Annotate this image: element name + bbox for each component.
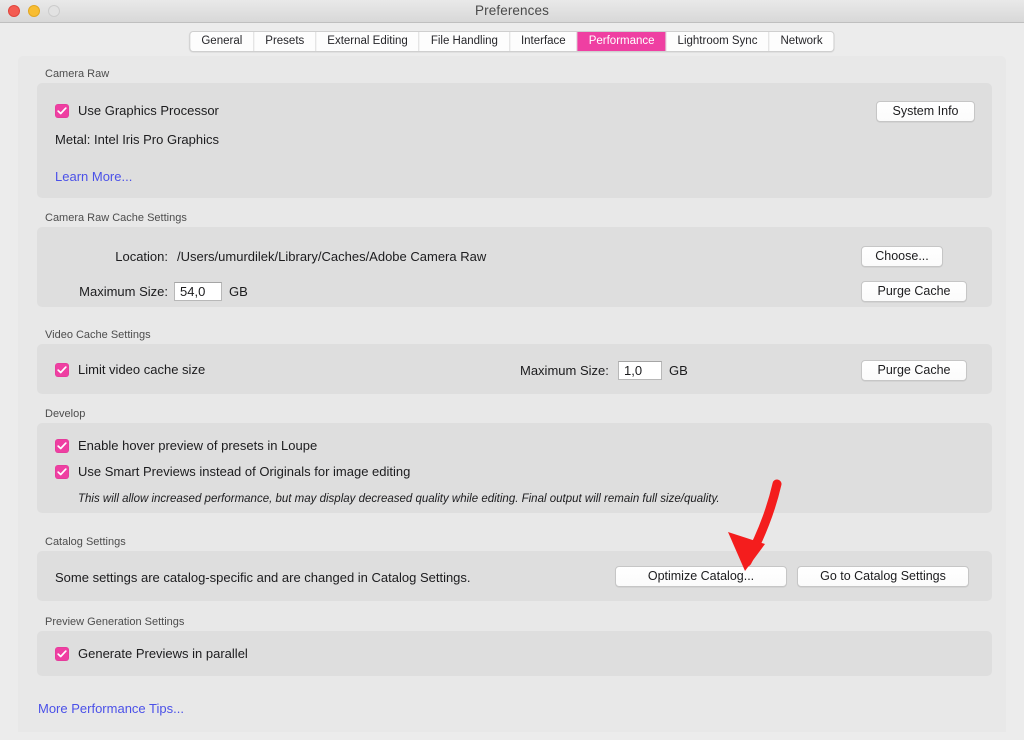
section-catalog-settings: Catalog Settings Some settings are catal… (37, 536, 992, 601)
smart-previews-note: This will allow increased performance, b… (78, 493, 720, 505)
gpu-info-text: Metal: Intel Iris Pro Graphics (55, 132, 219, 147)
tab-network[interactable]: Network (769, 32, 834, 51)
camera-raw-cache-panel: Location: /Users/umurdilek/Library/Cache… (37, 227, 992, 307)
preferences-window: Preferences General Presets External Edi… (0, 0, 1024, 740)
tab-interface[interactable]: Interface (509, 32, 578, 51)
section-preview-generation-label: Preview Generation Settings (45, 616, 185, 628)
limit-video-cache-checkbox[interactable] (55, 362, 69, 377)
checkmark-icon (57, 365, 67, 373)
generate-previews-parallel-row[interactable]: Generate Previews in parallel (55, 646, 248, 661)
tabbar-area: General Presets External Editing File Ha… (0, 23, 1024, 53)
tab-performance[interactable]: Performance (577, 32, 667, 51)
video-cache-panel: Limit video cache size Maximum Size: GB … (37, 344, 992, 394)
section-camera-raw-cache-label: Camera Raw Cache Settings (45, 212, 187, 224)
hover-preview-row[interactable]: Enable hover preview of presets in Loupe (55, 438, 317, 453)
use-graphics-processor-label: Use Graphics Processor (78, 103, 219, 118)
section-camera-raw-label: Camera Raw (45, 68, 110, 80)
section-develop: Develop Enable hover preview of presets … (37, 408, 992, 513)
tab-lightroom-sync[interactable]: Lightroom Sync (666, 32, 770, 51)
video-max-size-unit: GB (669, 363, 688, 378)
system-info-button[interactable]: System Info (876, 101, 975, 122)
preview-generation-panel: Generate Previews in parallel (37, 631, 992, 676)
cache-max-size-label: Maximum Size: (79, 284, 168, 299)
catalog-settings-panel: Some settings are catalog-specific and a… (37, 551, 992, 601)
section-catalog-settings-label: Catalog Settings (45, 536, 126, 548)
window-titlebar: Preferences (0, 0, 1024, 23)
checkmark-icon (57, 649, 67, 657)
checkmark-icon (57, 106, 67, 114)
use-graphics-processor-checkbox[interactable] (55, 103, 69, 118)
tab-general[interactable]: General (190, 32, 255, 51)
hover-preview-checkbox[interactable] (55, 438, 69, 453)
cache-max-size-input[interactable] (174, 282, 222, 301)
cache-location-value: /Users/umurdilek/Library/Caches/Adobe Ca… (177, 249, 487, 264)
purge-raw-cache-button[interactable]: Purge Cache (861, 281, 967, 302)
limit-video-cache-label: Limit video cache size (78, 362, 206, 377)
learn-more-link[interactable]: Learn More... (55, 169, 132, 184)
generate-previews-parallel-label: Generate Previews in parallel (78, 646, 248, 661)
video-max-size-input[interactable] (618, 361, 662, 380)
smart-previews-row[interactable]: Use Smart Previews instead of Originals … (55, 464, 410, 479)
hover-preview-label: Enable hover preview of presets in Loupe (78, 438, 318, 453)
catalog-description: Some settings are catalog-specific and a… (55, 570, 471, 585)
tab-presets[interactable]: Presets (254, 32, 317, 51)
preferences-tabbar: General Presets External Editing File Ha… (189, 31, 835, 52)
section-video-cache-label: Video Cache Settings (45, 329, 151, 341)
smart-previews-checkbox[interactable] (55, 464, 69, 479)
tab-external-editing[interactable]: External Editing (316, 32, 420, 51)
develop-panel: Enable hover preview of presets in Loupe… (37, 423, 992, 513)
checkmark-icon (57, 467, 67, 475)
use-graphics-processor-row[interactable]: Use Graphics Processor (55, 103, 219, 118)
choose-location-button[interactable]: Choose... (861, 246, 943, 267)
tab-file-handling[interactable]: File Handling (419, 32, 510, 51)
checkmark-icon (57, 441, 67, 449)
preferences-content: Camera Raw Use Graphics Processor Metal:… (18, 56, 1006, 732)
section-camera-raw-cache: Camera Raw Cache Settings Location: /Use… (37, 212, 992, 307)
purge-video-cache-button[interactable]: Purge Cache (861, 360, 967, 381)
cache-max-size-unit: GB (229, 284, 248, 299)
window-title: Preferences (475, 3, 549, 18)
optimize-catalog-button[interactable]: Optimize Catalog... (615, 566, 787, 587)
more-performance-tips-link[interactable]: More Performance Tips... (38, 701, 184, 716)
generate-previews-parallel-checkbox[interactable] (55, 646, 69, 661)
video-max-size-label: Maximum Size: (520, 363, 609, 378)
section-preview-generation: Preview Generation Settings Generate Pre… (37, 616, 992, 676)
cache-location-label: Location: (115, 249, 168, 264)
smart-previews-label: Use Smart Previews instead of Originals … (78, 464, 411, 479)
section-video-cache: Video Cache Settings Limit video cache s… (37, 329, 992, 394)
limit-video-cache-row[interactable]: Limit video cache size (55, 362, 205, 377)
section-camera-raw: Camera Raw Use Graphics Processor Metal:… (37, 68, 992, 198)
go-to-catalog-settings-button[interactable]: Go to Catalog Settings (797, 566, 969, 587)
section-develop-label: Develop (45, 408, 86, 420)
camera-raw-panel: Use Graphics Processor Metal: Intel Iris… (37, 83, 992, 198)
